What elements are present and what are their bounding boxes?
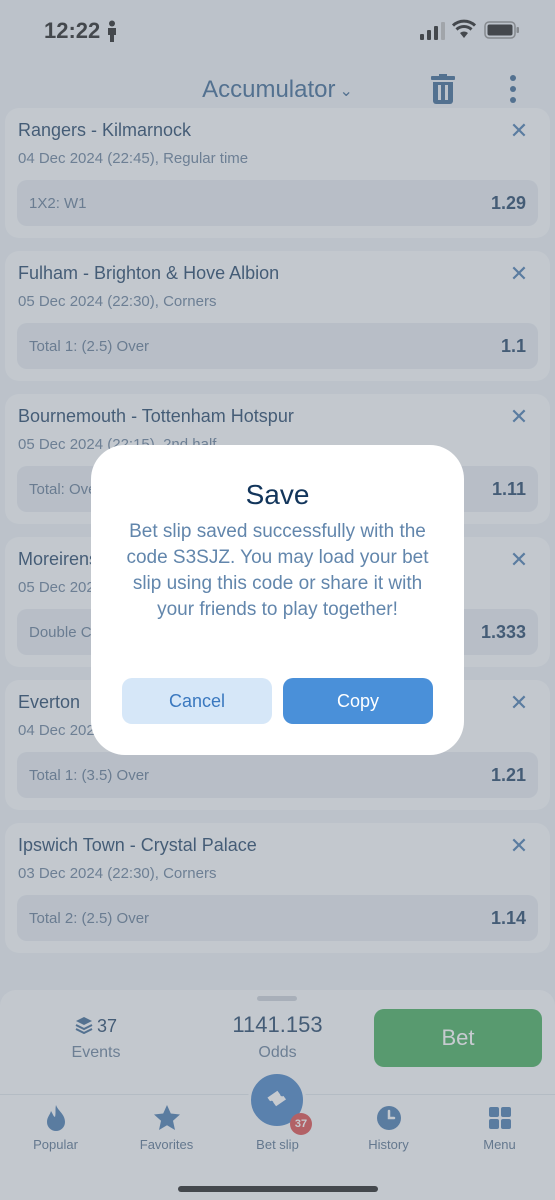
- save-dialog: Save Bet slip saved successfully with th…: [91, 445, 464, 755]
- app-root: 12:22 Accumulator ⌄ Rangers - Kilmarnock…: [0, 0, 555, 1200]
- dialog-title: Save: [245, 479, 310, 510]
- dialog-message: Bet slip saved successfully with the cod…: [126, 521, 429, 620]
- cancel-button[interactable]: Cancel: [122, 678, 272, 724]
- copy-button[interactable]: Copy: [283, 678, 433, 724]
